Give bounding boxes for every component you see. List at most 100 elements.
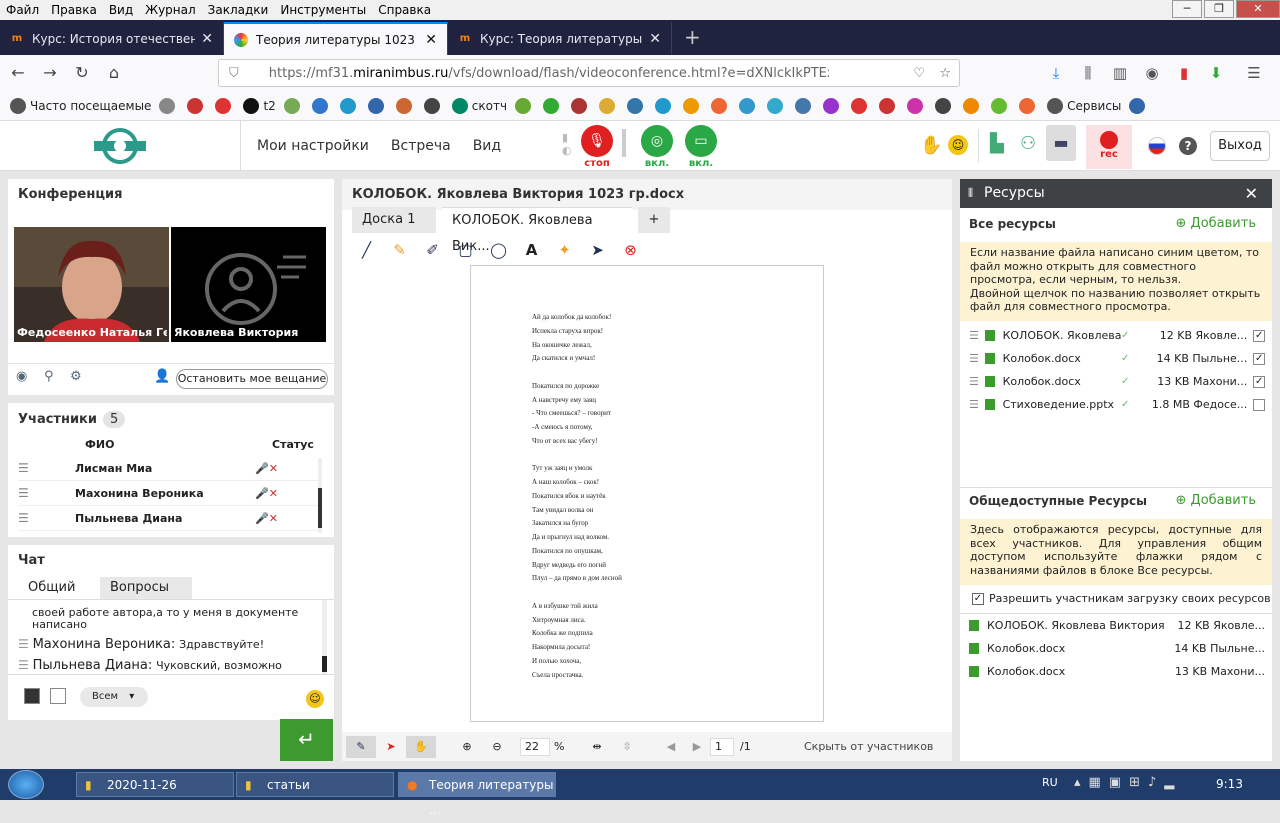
drag-handle-icon[interactable]: ☰ bbox=[18, 461, 30, 475]
download-icon[interactable] bbox=[984, 376, 995, 387]
text-icon[interactable]: A bbox=[515, 241, 548, 259]
download-icon[interactable] bbox=[969, 666, 979, 677]
download-icon[interactable]: ⤓ bbox=[1040, 59, 1072, 87]
scrollbar[interactable] bbox=[318, 458, 322, 533]
start-button[interactable] bbox=[8, 770, 44, 799]
page-input[interactable]: 1 bbox=[710, 737, 734, 756]
drag-handle-icon[interactable]: ☰ bbox=[18, 511, 30, 525]
bookmark-item[interactable] bbox=[423, 97, 444, 114]
prev-page-icon[interactable]: ◀ bbox=[658, 740, 684, 753]
close-icon[interactable]: ✕ bbox=[1245, 179, 1258, 208]
hide-from-participants-button[interactable]: Скрыть от участников bbox=[804, 740, 933, 753]
bookmark-item[interactable] bbox=[683, 97, 703, 114]
chat-tab-general[interactable]: Общий bbox=[18, 577, 86, 599]
pencil-icon[interactable]: ✐ bbox=[416, 241, 449, 259]
record-button[interactable]: rec bbox=[1086, 125, 1132, 169]
raise-hand-icon[interactable]: ✋ bbox=[920, 135, 942, 156]
video-tile[interactable]: Федосеенко Наталья Генн... bbox=[14, 227, 169, 342]
stats-icon[interactable]: ▙ bbox=[990, 133, 1004, 154]
ellipse-icon[interactable]: ◯ bbox=[482, 241, 515, 259]
bookmark-item[interactable] bbox=[599, 97, 619, 114]
pocket-icon[interactable]: ♡ bbox=[913, 66, 925, 81]
stop-broadcast-button[interactable]: Остановить мое вещание bbox=[176, 369, 328, 389]
minimize-icon[interactable]: ─ bbox=[1172, 0, 1202, 18]
bookmark-item[interactable] bbox=[215, 97, 235, 114]
account-icon[interactable]: ◉ bbox=[1136, 59, 1168, 87]
bookmark-item[interactable]: t2 bbox=[243, 97, 276, 114]
drag-handle-icon[interactable]: ☰ bbox=[969, 352, 979, 365]
mic-stop-button[interactable]: 🎙 стоп bbox=[580, 125, 614, 169]
emoji-icon[interactable]: ☺ bbox=[306, 690, 324, 708]
taskbar-item[interactable]: ● Теория литературы ... bbox=[398, 772, 556, 817]
camera-on-button[interactable]: ◎ вкл. bbox=[640, 125, 674, 169]
mic-settings-icon[interactable]: ⚲ bbox=[44, 369, 54, 384]
reload-icon[interactable]: ↻ bbox=[68, 59, 96, 87]
mic-settings-icon[interactable]: ▮ ◐ bbox=[562, 131, 576, 161]
add-resource-button[interactable]: ⊕ Добавить bbox=[1176, 216, 1257, 231]
download-icon[interactable] bbox=[984, 399, 995, 410]
clear-icon[interactable]: ⊗ bbox=[614, 241, 647, 259]
bookmark-item[interactable] bbox=[767, 97, 787, 114]
menu-item[interactable]: Закладки bbox=[202, 3, 275, 17]
document-page[interactable]: Ай да колобок да колобок! Испекла старуха… bbox=[470, 265, 824, 722]
help-icon[interactable]: ? bbox=[1179, 137, 1197, 155]
pointer-icon[interactable]: ➤ bbox=[581, 241, 614, 259]
send-button[interactable]: ↵ bbox=[280, 719, 333, 761]
bookmark-item[interactable] bbox=[655, 97, 675, 114]
next-page-icon[interactable]: ▶ bbox=[684, 740, 710, 753]
language-flag-icon[interactable] bbox=[1148, 137, 1166, 155]
share-checkbox[interactable]: ✓ bbox=[1253, 329, 1265, 342]
screen-share-button[interactable]: ▭ вкл. bbox=[684, 125, 718, 169]
public-resource-row[interactable]: Колобок.docx 13 KB Махони... bbox=[969, 660, 1265, 683]
add-tab-button[interactable]: + bbox=[638, 207, 670, 233]
bookmark-item[interactable] bbox=[1129, 97, 1149, 114]
background-color-icon[interactable] bbox=[50, 688, 66, 704]
menu-icon[interactable]: ☰ bbox=[1238, 59, 1270, 87]
bookmark-item[interactable] bbox=[739, 97, 759, 114]
menu-item[interactable]: Вид bbox=[103, 3, 139, 17]
browser-tab[interactable]: Теория литературы 1023 а ✕ bbox=[224, 22, 448, 55]
resource-row[interactable]: ☰ Колобок.docx ✓ 14 KB Пыльне... ✓ bbox=[969, 347, 1265, 370]
zoom-input[interactable]: 22 bbox=[520, 737, 550, 756]
bookmark-item[interactable] bbox=[991, 97, 1011, 114]
drag-grip-icon[interactable]: ⫴ bbox=[968, 179, 973, 208]
drag-handle-icon[interactable]: ☰ bbox=[18, 486, 30, 500]
download-icon[interactable] bbox=[984, 353, 995, 364]
bookmark-item[interactable] bbox=[515, 97, 535, 114]
bookmark-item[interactable]: скотч bbox=[451, 97, 507, 114]
download-icon[interactable] bbox=[969, 620, 979, 631]
bookmark-item[interactable] bbox=[571, 97, 591, 114]
pan-hand-icon[interactable]: ✋ bbox=[406, 735, 436, 758]
share-checkbox[interactable] bbox=[1253, 398, 1265, 411]
share-checkbox[interactable]: ✓ bbox=[1253, 352, 1265, 365]
users-tree-icon[interactable]: ⚇ bbox=[1020, 133, 1036, 154]
recipient-select[interactable]: Всем ▾ bbox=[80, 687, 148, 707]
pointer-icon[interactable]: ➤ bbox=[376, 740, 406, 753]
close-icon[interactable]: ✕ bbox=[1236, 0, 1280, 18]
bookmark-item[interactable]: Часто посещаемые bbox=[10, 97, 151, 114]
close-tab-icon[interactable]: ✕ bbox=[649, 31, 661, 47]
text-color-icon[interactable] bbox=[24, 688, 40, 704]
drag-handle-icon[interactable]: ☰ bbox=[969, 398, 979, 411]
browser-tab[interactable]: m Курс: Теория литературы 1023 ✕ bbox=[448, 22, 672, 55]
language-indicator[interactable]: RU bbox=[1042, 776, 1058, 789]
menu-item[interactable]: Журнал bbox=[139, 3, 202, 17]
new-tab-button[interactable]: + bbox=[672, 22, 713, 55]
home-icon[interactable]: ⌂ bbox=[100, 59, 128, 87]
video-tile[interactable]: Яковлева Виктория bbox=[171, 227, 326, 342]
download-icon[interactable] bbox=[984, 330, 995, 341]
share-checkbox[interactable]: ✓ bbox=[1253, 375, 1265, 388]
allow-upload-checkbox[interactable]: ✓ bbox=[972, 593, 984, 605]
tab-board-1[interactable]: Доска 1 bbox=[352, 207, 436, 233]
browser-tab[interactable]: m Курс: История отечественной ✕ bbox=[0, 22, 224, 55]
bookmark-item[interactable] bbox=[395, 97, 416, 114]
resources-folder-icon[interactable]: ▬ bbox=[1046, 125, 1076, 161]
public-resource-row[interactable]: КОЛОБОК. Яковлева Виктория ... 12 KB Яков… bbox=[969, 614, 1265, 637]
back-icon[interactable]: ← bbox=[4, 59, 32, 87]
menu-my-settings[interactable]: Мои настройки bbox=[257, 138, 369, 154]
rectangle-icon[interactable]: ▢ bbox=[449, 241, 482, 259]
bookmark-item[interactable] bbox=[311, 97, 332, 114]
bookmark-item[interactable] bbox=[627, 97, 647, 114]
menu-item[interactable]: Правка bbox=[45, 3, 103, 17]
bookmark-item[interactable] bbox=[879, 97, 899, 114]
